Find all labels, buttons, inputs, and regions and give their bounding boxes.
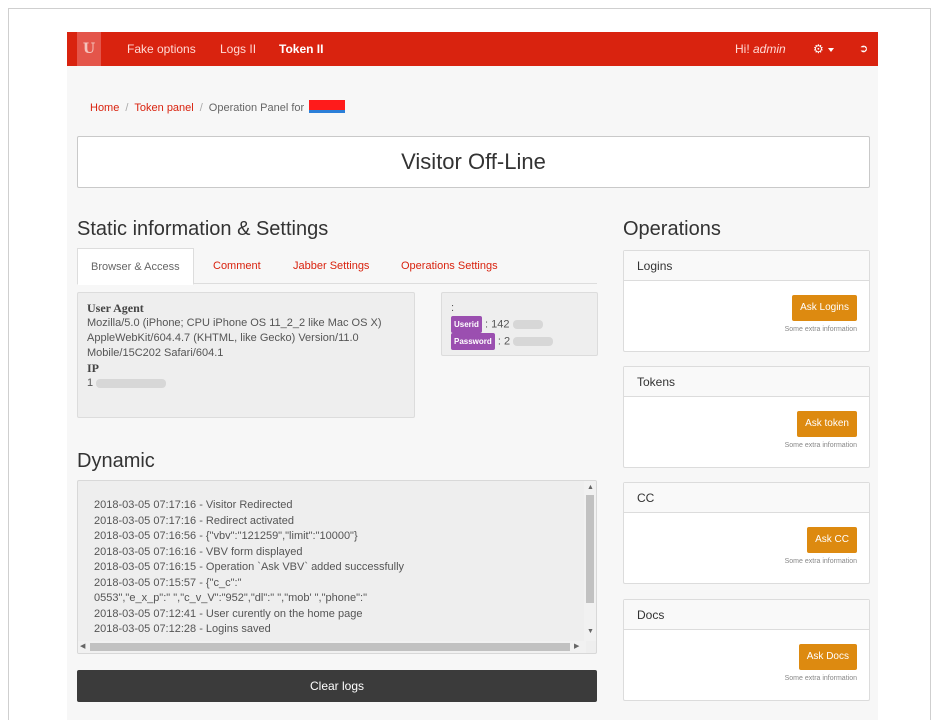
nav-logs[interactable]: Logs II — [220, 32, 256, 66]
breadcrumb-home[interactable]: Home — [90, 102, 119, 114]
user-agent-label: User Agent — [87, 301, 144, 315]
panel-title: CC — [624, 483, 869, 513]
vertical-scrollbar[interactable]: ▲ ▼ — [584, 481, 596, 641]
settings-dropdown[interactable]: ⚙ — [813, 32, 834, 66]
nav-token[interactable]: Token II — [279, 32, 323, 66]
nav-fake-options[interactable]: Fake options — [127, 32, 196, 66]
horizontal-scroll-thumb[interactable] — [90, 643, 570, 651]
redacted-userid — [512, 320, 543, 329]
user-greeting[interactable]: Hi! admin — [735, 32, 786, 66]
userid-badge: Userid — [451, 316, 482, 333]
clear-logs-button[interactable]: Clear logs — [77, 670, 597, 702]
horizontal-scrollbar[interactable]: ◀ ▶ — [78, 641, 586, 653]
ask-logins-button[interactable]: Ask Logins — [792, 295, 857, 321]
ask-cc-button[interactable]: Ask CC — [807, 527, 857, 553]
log-entry: 2018-03-05 07:17:16 - Visitor Redirected — [94, 499, 293, 511]
log-entry: 2018-03-05 07:17:16 - Redirect activated — [94, 514, 294, 527]
settings-tabs: Browser & Access Comment Jabber Settings… — [77, 248, 597, 285]
breadcrumb: Home / Token panel / Operation Panel for — [90, 100, 346, 114]
gear-icon: ⚙ — [813, 42, 824, 56]
operations-heading: Operations — [623, 218, 721, 240]
breadcrumb-current: Operation Panel for — [208, 102, 305, 114]
log-list: 2018-03-05 07:17:16 - Visitor Redirected… — [94, 498, 404, 638]
app-window: U Fake options Logs II Token II Hi! admi… — [67, 32, 878, 720]
breadcrumb-separator: / — [125, 102, 129, 114]
log-entry: 2018-03-05 07:16:16 - VBV form displayed — [94, 545, 303, 558]
log-entry: 2018-03-05 07:16:15 - Operation `Ask VBV… — [94, 561, 405, 573]
username: admin — [753, 42, 786, 56]
userid-value: : 142 — [484, 318, 510, 331]
scroll-up-icon[interactable]: ▲ — [587, 483, 594, 493]
ask-token-button[interactable]: Ask token — [797, 411, 857, 437]
ip-label: IP — [87, 361, 99, 375]
tab-browser-access[interactable]: Browser & Access — [77, 248, 194, 285]
log-box[interactable]: 2018-03-05 07:17:16 - Visitor Redirected… — [77, 480, 597, 654]
extra-info-text: Some extra information — [784, 326, 857, 333]
user-agent-line: AppleWebKit/604.4.7 (KHTML, like Gecko) … — [87, 332, 359, 344]
tab-comment[interactable]: Comment — [213, 248, 261, 284]
extra-info-text: Some extra information — [784, 675, 857, 682]
chevron-down-icon — [827, 47, 834, 52]
extra-info-text: Some extra information — [784, 442, 857, 449]
credentials-colon: : — [451, 302, 455, 314]
visitor-status: Visitor Off-Line — [77, 136, 870, 188]
redacted-password — [513, 337, 554, 346]
password-badge: Password — [451, 333, 495, 350]
credentials-box: : Userid : 142 Password : 2 — [441, 292, 598, 356]
docs-panel: Docs Ask Docs Some extra information — [623, 599, 870, 701]
browser-info-box: User Agent Mozilla/5.0 (iPhone; CPU iPho… — [77, 292, 415, 418]
panel-title: Docs — [624, 600, 869, 630]
scroll-down-icon[interactable]: ▼ — [587, 627, 594, 637]
extra-info-text: Some extra information — [784, 558, 857, 565]
tab-operations-settings[interactable]: Operations Settings — [401, 248, 498, 284]
tab-jabber-settings[interactable]: Jabber Settings — [293, 248, 369, 284]
vertical-scroll-thumb[interactable] — [586, 495, 594, 603]
log-entry: 2018-03-05 07:12:41 - User curently on t… — [94, 607, 363, 620]
ask-docs-button[interactable]: Ask Docs — [798, 644, 857, 670]
logout-icon[interactable]: ➲ — [859, 32, 868, 66]
scroll-left-icon[interactable]: ◀ — [80, 642, 85, 652]
password-value: : 2 — [497, 335, 511, 348]
log-entry: 0553","e_x_p":" ","c_v_V":"952","dl":" "… — [94, 592, 367, 604]
static-heading: Static information & Settings — [77, 218, 329, 240]
brand-logo[interactable]: U — [77, 32, 101, 66]
user-agent-line: Mobile/15C202 Safari/604.1 — [87, 347, 224, 359]
log-entry: 2018-03-05 07:16:56 - {"vbv":"121259","l… — [94, 530, 358, 542]
log-entry: 2018-03-05 07:12:28 - Logins saved — [94, 623, 271, 635]
dynamic-heading: Dynamic — [77, 450, 155, 472]
navbar: U Fake options Logs II Token II Hi! admi… — [67, 32, 878, 66]
panel-title: Tokens — [624, 367, 869, 397]
userid-row: Userid : 142 — [451, 316, 588, 333]
ip-value: 1 — [87, 376, 405, 391]
redacted-ip — [96, 378, 167, 388]
redacted-name — [309, 100, 346, 113]
tokens-panel: Tokens Ask token Some extra information — [623, 366, 870, 468]
panel-title: Logins — [624, 251, 869, 281]
greeting-text: Hi! — [735, 42, 753, 56]
breadcrumb-separator: / — [199, 102, 203, 114]
logins-panel: Logins Ask Logins Some extra information — [623, 250, 870, 352]
user-agent-line: Mozilla/5.0 (iPhone; CPU iPhone OS 11_2_… — [87, 317, 382, 329]
scroll-right-icon[interactable]: ▶ — [574, 642, 579, 652]
log-entry: 2018-03-05 07:15:57 - {"c_c":" — [94, 576, 242, 589]
password-row: Password : 2 — [451, 333, 588, 350]
breadcrumb-token-panel[interactable]: Token panel — [134, 102, 193, 114]
ip-value-text: 1 — [87, 377, 94, 389]
cc-panel: CC Ask CC Some extra information — [623, 482, 870, 584]
